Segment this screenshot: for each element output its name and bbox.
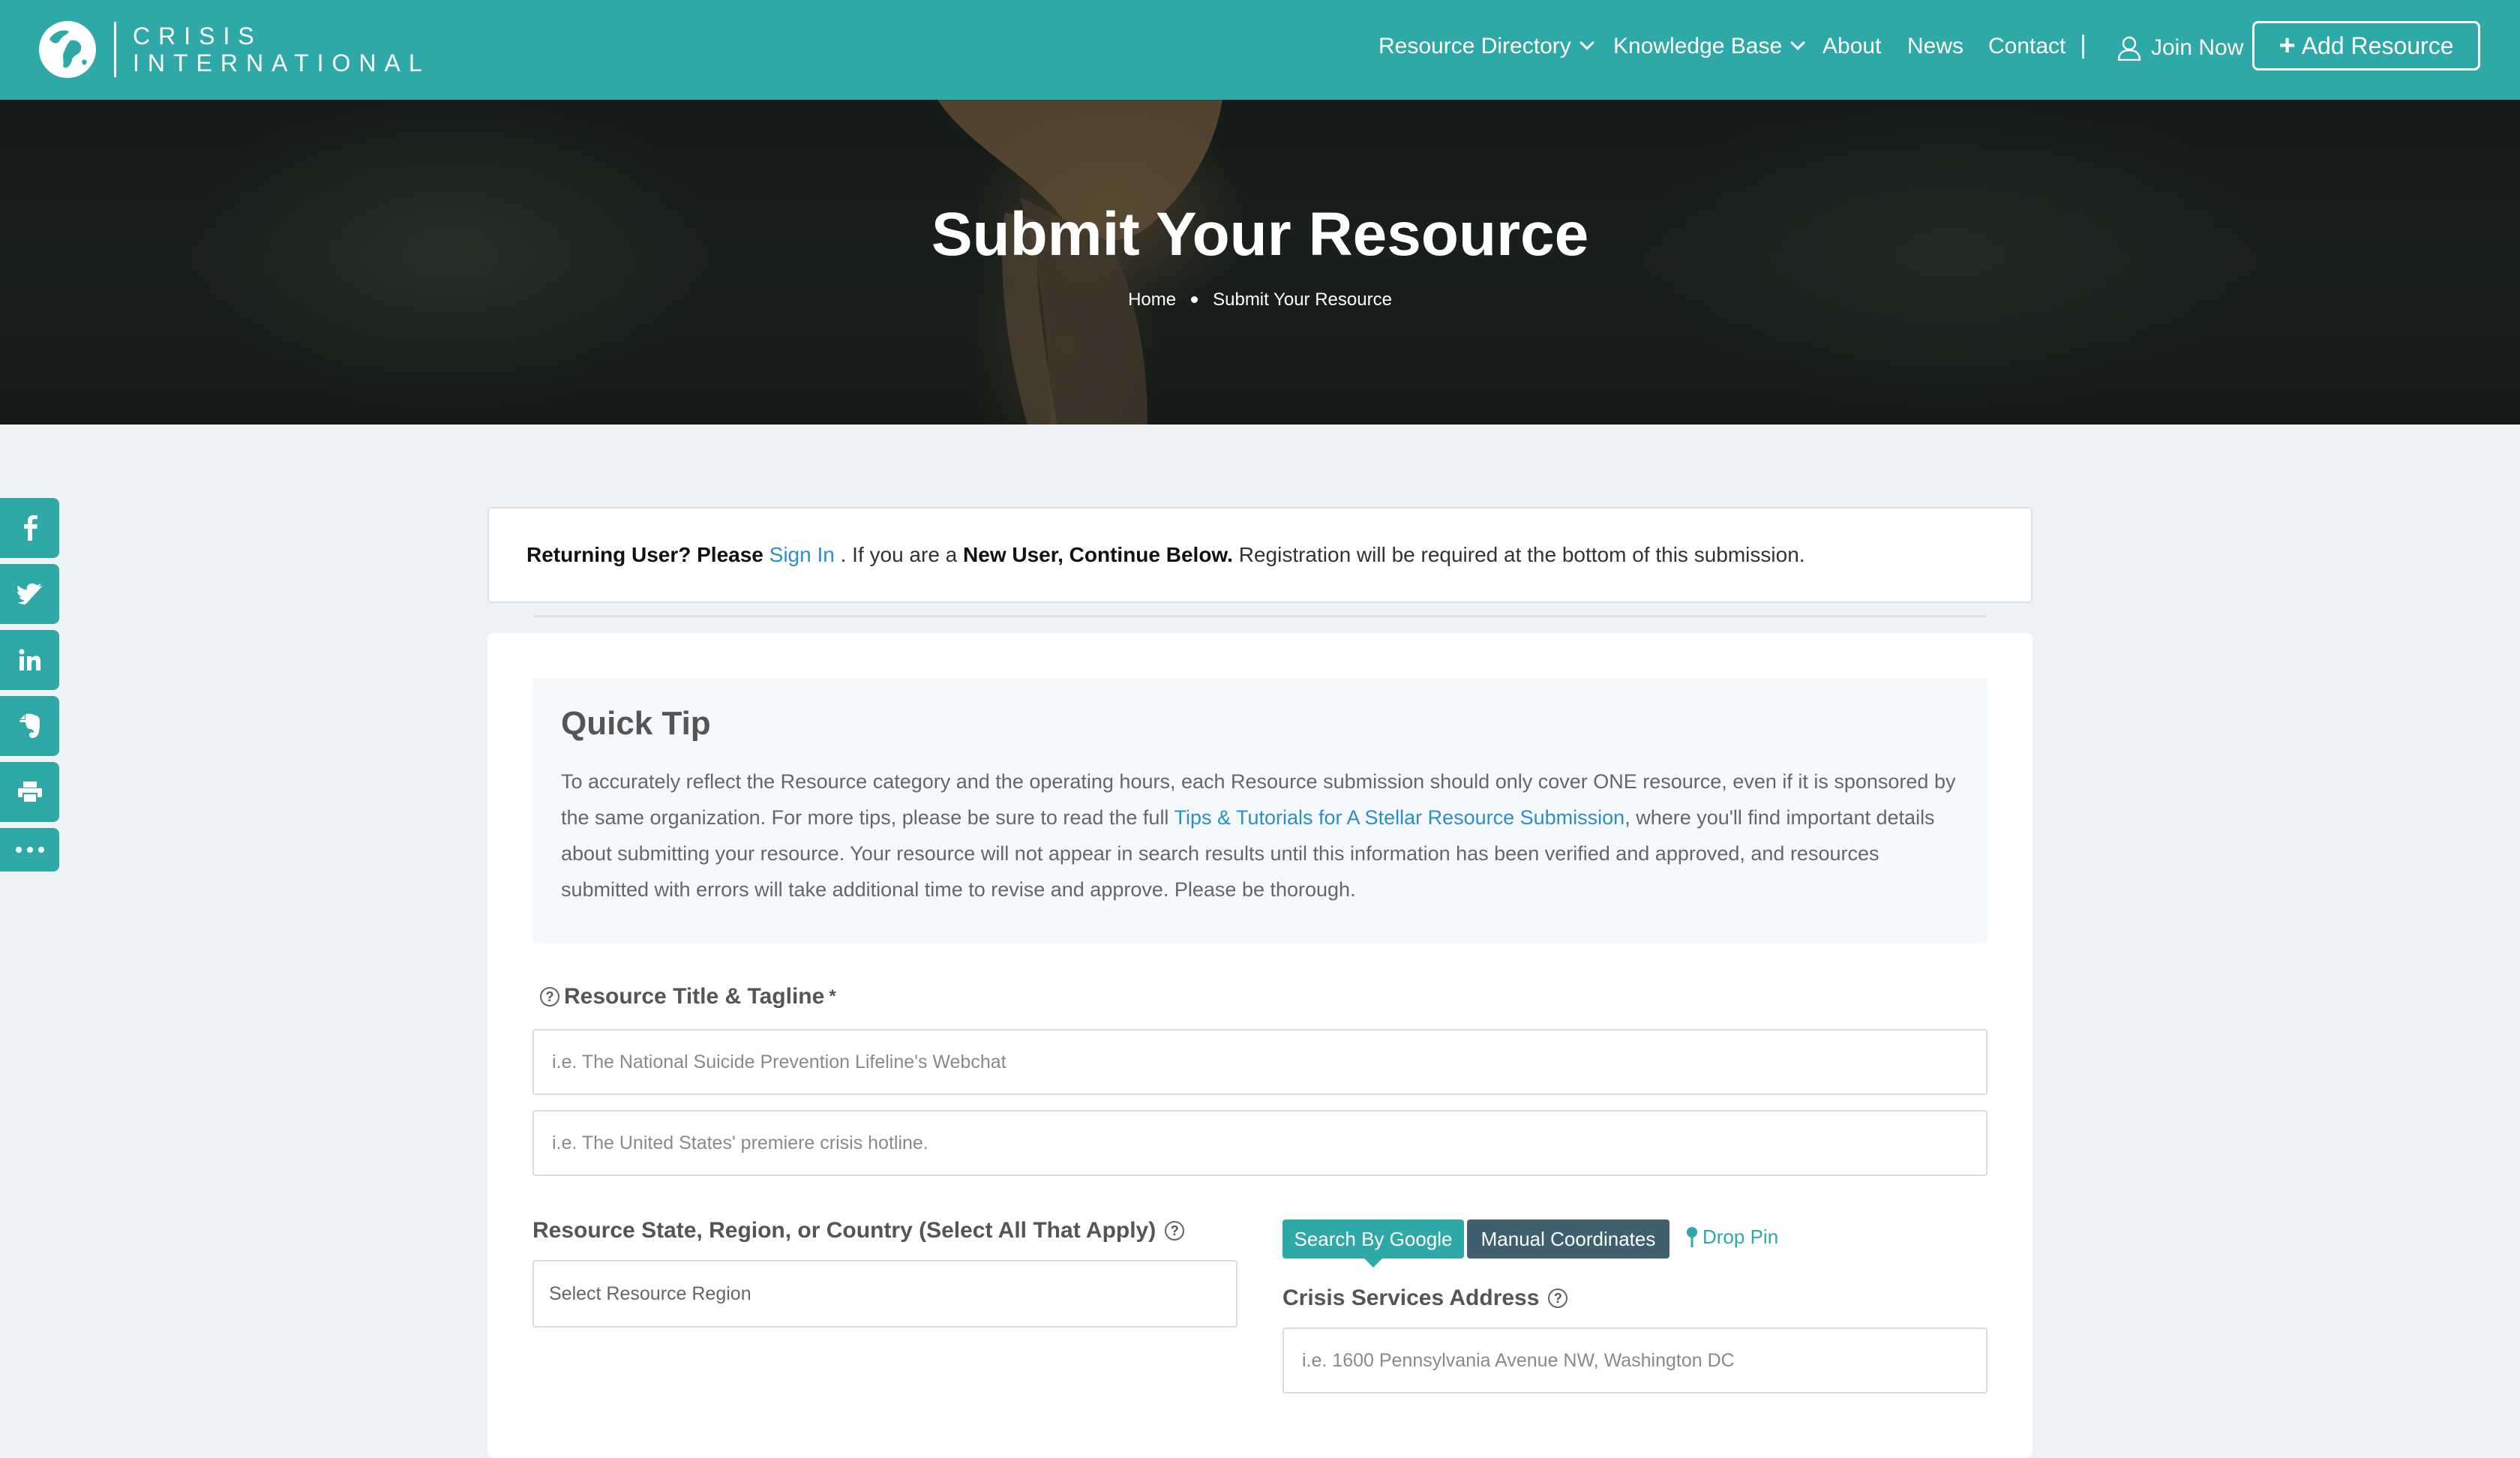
- more-icon: [15, 847, 44, 853]
- tab-label: Manual Coordinates: [1480, 1227, 1656, 1250]
- nav-news[interactable]: News: [1907, 30, 1964, 63]
- tab-label: Search By Google: [1294, 1227, 1453, 1250]
- tips-tutorials-link[interactable]: Tips & Tutorials for A Stellar Resource …: [1174, 806, 1624, 829]
- nav-separator: [2082, 34, 2084, 58]
- help-icon[interactable]: ?: [1165, 1221, 1185, 1240]
- map-pin-icon: [1687, 1226, 1697, 1247]
- divider: [534, 615, 1986, 617]
- add-resource-button[interactable]: + Add Resource: [2252, 21, 2480, 70]
- submit-resource-form: Quick Tip To accurately reflect the Reso…: [488, 633, 2032, 1458]
- logo-divider: [114, 22, 116, 77]
- help-icon[interactable]: ?: [1548, 1288, 1568, 1308]
- tab-search-by-google[interactable]: Search By Google: [1282, 1220, 1464, 1268]
- resource-title-label-text: Resource Title & Tagline: [564, 984, 825, 1009]
- brand-line-2: INTERNATIONAL: [133, 50, 430, 76]
- quick-tip-box: Quick Tip To accurately reflect the Reso…: [532, 678, 1988, 944]
- resource-tagline-input[interactable]: [532, 1110, 1988, 1176]
- drop-pin-link[interactable]: Drop Pin: [1686, 1226, 1778, 1249]
- returning-user-notice: Returning User? Please Sign In . If you …: [488, 507, 2032, 603]
- help-icon[interactable]: ?: [540, 987, 560, 1006]
- join-now-link[interactable]: Join Now: [2116, 30, 2243, 66]
- twitter-share-button[interactable]: [0, 564, 59, 624]
- crisis-address-label: Crisis Services Address ?: [1282, 1286, 1568, 1311]
- evernote-share-button[interactable]: [0, 696, 59, 756]
- resource-region-label: Resource State, Region, or Country (Sele…: [532, 1218, 1185, 1244]
- drop-pin-label: Drop Pin: [1702, 1226, 1779, 1248]
- resource-region-placeholder: Select Resource Region: [549, 1282, 752, 1304]
- sign-in-link[interactable]: Sign In: [770, 543, 835, 566]
- new-user-text: New User, Continue Below.: [963, 543, 1233, 566]
- crisis-address-label-text: Crisis Services Address: [1282, 1286, 1540, 1310]
- returning-user-text: Returning User? Please: [526, 543, 764, 566]
- plus-icon: +: [2278, 30, 2296, 62]
- join-now-label: Join Now: [2151, 35, 2244, 60]
- nav-label: Resource Directory: [1378, 34, 1571, 58]
- print-button[interactable]: [0, 762, 59, 822]
- quick-tip-text: To accurately reflect the Resource categ…: [561, 764, 1959, 908]
- add-resource-label: Add Resource: [2301, 32, 2454, 59]
- crisis-address-input[interactable]: [1282, 1328, 1988, 1394]
- breadcrumb-separator: [1191, 296, 1198, 303]
- linkedin-share-button[interactable]: [0, 630, 59, 690]
- linkedin-icon: [19, 649, 40, 670]
- resource-title-input[interactable]: [532, 1029, 1988, 1095]
- breadcrumb-home[interactable]: Home: [1128, 290, 1176, 310]
- nav-label: Knowledge Base: [1613, 34, 1783, 58]
- required-marker: *: [829, 986, 836, 1006]
- breadcrumb-current: Submit Your Resource: [1213, 290, 1392, 310]
- tab-manual-coordinates[interactable]: Manual Coordinates: [1467, 1220, 1670, 1258]
- brand-name: CRISIS INTERNATIONAL: [133, 22, 430, 76]
- hero-banner: Submit Your Resource Home Submit Your Res…: [0, 100, 2520, 424]
- nav-contact[interactable]: Contact: [1988, 30, 2066, 63]
- notice-registration-text: Registration will be required at the bot…: [1238, 543, 1805, 566]
- resource-title-label: ? Resource Title & Tagline *: [540, 984, 836, 1010]
- quick-tip-title: Quick Tip: [561, 705, 711, 742]
- page-title: Submit Your Resource: [931, 200, 1589, 268]
- user-icon: [2117, 36, 2141, 61]
- globe-icon: [39, 21, 96, 78]
- brand-line-1: CRISIS: [133, 22, 262, 50]
- site-logo[interactable]: CRISIS INTERNATIONAL: [36, 16, 430, 82]
- notice-text: . If you are a: [840, 543, 958, 566]
- resource-region-select[interactable]: Select Resource Region: [532, 1260, 1238, 1328]
- nav-knowledge-base[interactable]: Knowledge Base: [1613, 30, 1806, 63]
- resource-region-label-text: Resource State, Region, or Country (Sele…: [532, 1218, 1156, 1243]
- nav-about[interactable]: About: [1822, 30, 1881, 63]
- facebook-icon: [23, 515, 38, 541]
- nav-resource-directory[interactable]: Resource Directory: [1378, 30, 1594, 63]
- chevron-down-icon: [1579, 35, 1594, 50]
- more-share-button[interactable]: [0, 828, 59, 872]
- chevron-down-icon: [1790, 35, 1806, 50]
- top-navbar: CRISIS INTERNATIONAL Resource Directory …: [0, 0, 2520, 100]
- breadcrumb: Home Submit Your Resource: [0, 287, 2520, 313]
- evernote-icon: [19, 713, 40, 738]
- facebook-share-button[interactable]: [0, 498, 59, 558]
- social-share-bar: [0, 498, 59, 878]
- twitter-icon: [16, 584, 43, 604]
- print-icon: [17, 782, 42, 803]
